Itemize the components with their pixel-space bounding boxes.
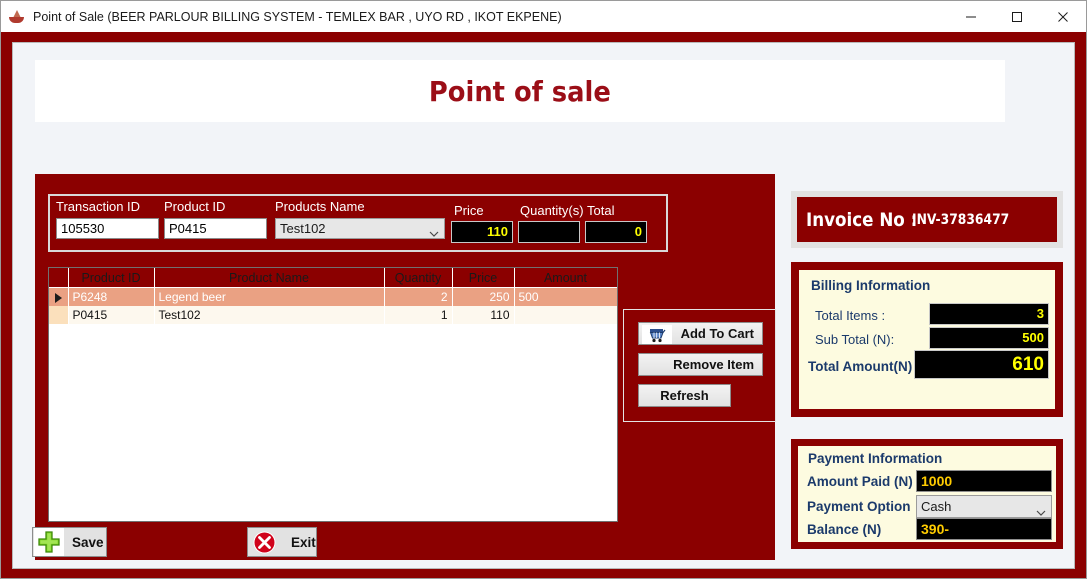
table-row[interactable]: P6248 Legend beer 2 250 500 (49, 287, 617, 306)
cell-product-name: Legend beer (154, 287, 384, 306)
close-button[interactable] (1040, 1, 1086, 32)
remove-item-label: Remove Item (673, 357, 754, 372)
cell-amount (514, 306, 617, 324)
billing-information-panel: Billing Information Total Items : 3 Sub … (791, 262, 1063, 417)
form-body: Point of sale Transaction ID Product ID … (12, 42, 1075, 569)
cell-quantity: 1 (384, 306, 452, 324)
add-to-cart-button[interactable]: Add To Cart (638, 322, 763, 345)
red-x-circle-icon (249, 528, 279, 556)
total-items-label: Total Items : (815, 308, 886, 323)
shopping-cart-icon (642, 325, 672, 344)
total-amount-value: 610 (1012, 354, 1044, 375)
price-input[interactable]: 110 (451, 221, 513, 243)
quantity-input[interactable] (518, 221, 580, 243)
products-name-dropdown[interactable]: Test102 (275, 218, 445, 239)
product-id-label: Product ID (164, 199, 226, 214)
transaction-id-input[interactable] (56, 218, 159, 239)
total-items-field: 3 (929, 303, 1049, 325)
product-id-input[interactable] (164, 218, 267, 239)
ship-icon (8, 8, 26, 26)
price-value: 110 (487, 224, 508, 239)
window-title: Point of Sale (BEER PARLOUR BILLING SYST… (33, 9, 562, 24)
cell-quantity: 2 (384, 287, 452, 306)
invoice-panel: Invoice No : INV-37836477 (791, 191, 1063, 248)
balance-value: 390- (921, 521, 950, 537)
sub-total-field: 500 (929, 327, 1049, 349)
row-selector-header (49, 268, 69, 288)
exit-button[interactable]: Exit (247, 527, 317, 557)
column-header-quantity[interactable]: Quantity (384, 268, 453, 288)
quantity-label: Quantity(s) (520, 203, 584, 218)
refresh-button[interactable]: Refresh (638, 384, 731, 407)
payment-information-title: Payment Information (808, 451, 943, 466)
maximize-button[interactable] (994, 1, 1040, 32)
payment-option-dropdown[interactable]: Cash (916, 495, 1052, 518)
remove-item-button[interactable]: Remove Item (638, 353, 763, 376)
invoice-inner: Invoice No : INV-37836477 (797, 197, 1057, 242)
minimize-button[interactable] (948, 1, 994, 32)
total-input[interactable]: 0 (585, 221, 647, 243)
products-name-selected-value: Test102 (280, 221, 326, 236)
total-value: 0 (634, 224, 642, 239)
product-entry-box: Transaction ID Product ID Products Name … (48, 194, 668, 252)
payment-option-selected-value: Cash (921, 499, 952, 514)
total-amount-field: 610 (914, 350, 1049, 379)
cart-actions-panel: Add To Cart Remove Item Refresh (623, 309, 776, 422)
chevron-down-icon (429, 225, 439, 243)
payment-information-panel: Payment Information Amount Paid (N) 1000… (791, 439, 1063, 549)
cart-data-grid[interactable]: Product ID Product Name Quantity Price A… (48, 267, 618, 522)
sub-total-label: Sub Total (N): (815, 332, 895, 347)
application-window: Point of Sale (BEER PARLOUR BILLING SYST… (0, 0, 1087, 579)
cell-product-id: P0415 (68, 306, 154, 324)
column-header-product-name[interactable]: Product Name (154, 268, 385, 288)
row-selector-cell[interactable] (49, 306, 68, 324)
page-header-banner: Point of sale (35, 60, 1005, 122)
transaction-id-label: Transaction ID (56, 199, 141, 214)
save-label: Save (72, 534, 104, 550)
total-items-value: 3 (1036, 306, 1044, 321)
cell-product-name: Test102 (154, 306, 384, 324)
save-button[interactable]: Save (32, 527, 107, 557)
column-header-product-id[interactable]: Product ID (68, 268, 155, 288)
amount-paid-label: Amount Paid (N) (807, 474, 913, 489)
column-header-price[interactable]: Price (452, 268, 515, 288)
page-title: Point of sale (429, 74, 611, 108)
total-label: Total (587, 203, 615, 218)
total-amount-label: Total Amount(N) : (808, 359, 921, 374)
cell-product-id: P6248 (68, 287, 154, 306)
title-bar: Point of Sale (BEER PARLOUR BILLING SYST… (1, 1, 1086, 32)
payment-inner: Payment Information Amount Paid (N) 1000… (798, 446, 1056, 542)
minimize-icon (966, 16, 976, 17)
amount-paid-input[interactable]: 1000 (916, 470, 1052, 492)
cell-price: 250 (452, 287, 514, 306)
row-selected-arrow-icon (54, 292, 62, 303)
amount-paid-value: 1000 (921, 473, 953, 489)
add-to-cart-label: Add To Cart (680, 326, 754, 341)
exit-label: Exit (291, 534, 316, 550)
cell-amount: 500 (514, 287, 617, 306)
table-header-row: Product ID Product Name Quantity Price A… (49, 268, 617, 288)
products-name-label: Products Name (275, 199, 365, 214)
refresh-label: Refresh (660, 388, 709, 403)
maximize-icon (1012, 11, 1022, 22)
payment-option-label: Payment Option (807, 499, 911, 514)
billing-inner: Billing Information Total Items : 3 Sub … (799, 270, 1055, 409)
price-label: Price (454, 203, 484, 218)
column-header-amount[interactable]: Amount (514, 268, 617, 288)
invoice-no-label: Invoice No : (806, 208, 918, 231)
main-red-panel: Transaction ID Product ID Products Name … (35, 174, 776, 560)
row-selector-cell[interactable] (49, 287, 68, 306)
cell-price: 110 (452, 306, 514, 324)
green-plus-icon (34, 528, 64, 556)
cart-table: Product ID Product Name Quantity Price A… (49, 268, 617, 324)
sub-total-value: 500 (1022, 330, 1044, 345)
window-controls (948, 1, 1086, 32)
balance-field: 390- (916, 518, 1052, 540)
balance-label: Balance (N) (807, 522, 882, 537)
close-icon (1058, 11, 1068, 22)
table-row[interactable]: P0415 Test102 1 110 (49, 306, 617, 324)
invoice-number: INV-37836477 (912, 211, 1010, 228)
billing-information-title: Billing Information (811, 278, 931, 293)
